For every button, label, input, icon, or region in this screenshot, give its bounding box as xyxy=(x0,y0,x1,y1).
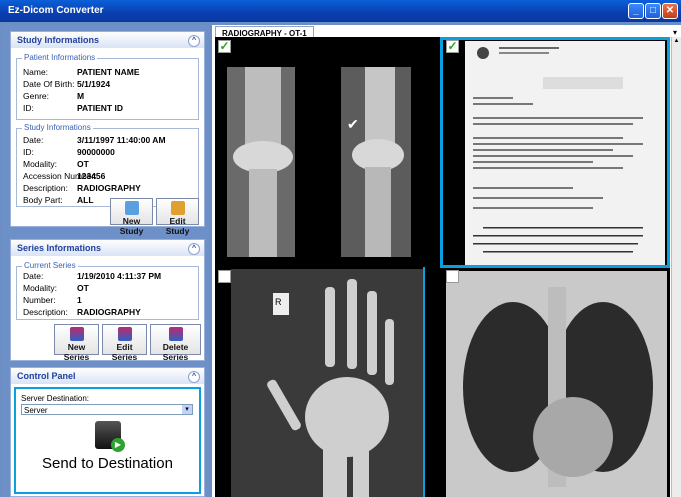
title-bar: Ez-Dicom Converter _ □ ✕ xyxy=(0,0,681,22)
scroll-up-icon[interactable]: ▲ xyxy=(672,37,681,46)
image-grid: ✔ ✓ ✓ R xyxy=(215,37,670,497)
patient-row: ID: PATIENT ID xyxy=(23,103,123,113)
selection-outline xyxy=(440,37,443,267)
chest-xray-cell[interactable] xyxy=(443,267,670,497)
patient-row: Genre: M xyxy=(23,91,85,101)
report-document-cell[interactable]: ✓ xyxy=(443,37,670,265)
knee-xray-checkbox[interactable]: ✓ xyxy=(218,40,231,53)
study-panel-header[interactable]: Study Informations ^ xyxy=(11,32,204,48)
send-server-icon[interactable]: ▶ xyxy=(95,421,125,452)
collapse-icon[interactable]: ^ xyxy=(188,35,200,47)
series-panel-header[interactable]: Series Informations ^ xyxy=(11,240,204,256)
send-to-destination-button[interactable]: Send to Destination xyxy=(16,455,199,472)
new-series-icon xyxy=(69,327,84,341)
chest-xray-image xyxy=(443,267,670,497)
maximize-button[interactable]: □ xyxy=(645,3,661,19)
study-row: Modality: OT xyxy=(23,159,89,169)
study-panel-title: Study Informations xyxy=(17,35,100,45)
series-row: Description: RADIOGRAPHY xyxy=(23,307,141,317)
study-group: Study Informations Date: 3/11/1997 11:40:… xyxy=(16,123,199,207)
selection-outline xyxy=(667,37,670,267)
knee-xray-cell[interactable]: ✔ ✓ xyxy=(215,37,441,265)
vertical-scrollbar[interactable]: ▲ xyxy=(671,37,681,497)
study-group-title: Study Informations xyxy=(22,123,93,132)
patient-name-value: PATIENT NAME xyxy=(77,67,140,77)
report-document-checkbox[interactable]: ✓ xyxy=(446,40,459,53)
edit-study-button[interactable]: Edit Study xyxy=(156,198,199,236)
study-row: Description: RADIOGRAPHY xyxy=(23,183,141,193)
close-button[interactable]: ✕ xyxy=(662,3,678,19)
report-document-image xyxy=(443,37,670,265)
series-row: Number: 1 xyxy=(23,295,82,305)
study-row: Accession Number: 123456 xyxy=(23,171,106,181)
window-title: Ez-Dicom Converter xyxy=(8,5,104,16)
grid-divider xyxy=(423,267,425,497)
series-panel-title: Series Informations xyxy=(17,243,102,253)
viewer-area: RADIOGRAPHY - OT-1 ▾ ✔ ✓ ✓ R ▲ xyxy=(212,25,681,497)
edit-document-icon xyxy=(170,201,185,215)
new-series-button[interactable]: New Series xyxy=(54,324,99,362)
patient-row: Name: PATIENT NAME xyxy=(23,67,140,77)
delete-series-button[interactable]: Delete Series xyxy=(150,324,201,362)
series-group-title: Current Series xyxy=(22,261,78,270)
patient-id-value: PATIENT ID xyxy=(77,103,123,113)
new-study-button[interactable]: New Study xyxy=(110,198,153,236)
server-destination-value: Server xyxy=(24,406,48,415)
collapse-icon[interactable]: ^ xyxy=(188,243,200,255)
knee-xray-image: ✔ xyxy=(215,37,441,265)
genre-value: M xyxy=(77,91,85,101)
tab-menu-icon[interactable]: ▾ xyxy=(673,28,677,37)
study-panel: Study Informations ^ Patient Information… xyxy=(10,31,205,236)
edit-series-button[interactable]: Edit Series xyxy=(102,324,147,362)
control-panel-header[interactable]: Control Panel ^ xyxy=(11,368,204,384)
control-panel: Control Panel ^ Server Destination: Serv… xyxy=(10,367,205,497)
study-row: Date: 3/11/1997 11:40:00 AM xyxy=(23,135,166,145)
control-panel-title: Control Panel xyxy=(17,371,76,381)
patient-group: Patient Informations Name: PATIENT NAME D… xyxy=(16,53,199,120)
collapse-icon[interactable]: ^ xyxy=(188,371,200,383)
play-icon: ▶ xyxy=(111,438,125,452)
control-highlight: Server Destination: Server ▾ ▶ Send to D… xyxy=(14,387,201,494)
series-row: Date: 1/19/2010 4:11:37 PM xyxy=(23,271,162,281)
hand-xray-image: R xyxy=(215,267,441,497)
patient-row: Date Of Birth: 5/1/1924 xyxy=(23,79,111,89)
study-row: ID: 90000000 xyxy=(23,147,115,157)
study-row: Body Part: ALL xyxy=(23,195,94,205)
delete-series-icon xyxy=(168,327,183,341)
hand-xray-checkbox[interactable] xyxy=(218,270,231,283)
current-series-group: Current Series Date: 1/19/2010 4:11:37 PM… xyxy=(16,261,199,320)
selection-outline xyxy=(440,37,670,40)
chest-xray-checkbox[interactable] xyxy=(446,270,459,283)
selection-outline xyxy=(440,265,670,268)
edit-series-icon xyxy=(117,327,132,341)
chevron-down-icon[interactable]: ▾ xyxy=(182,405,192,414)
minimize-button[interactable]: _ xyxy=(628,3,644,19)
patient-group-title: Patient Informations xyxy=(22,53,98,62)
svg-text:✔: ✔ xyxy=(347,116,359,132)
hand-xray-cell[interactable]: R xyxy=(215,267,441,497)
new-document-icon xyxy=(124,201,139,215)
server-destination-label: Server Destination: xyxy=(21,394,90,403)
series-panel: Series Informations ^ Current Series Dat… xyxy=(10,239,205,362)
dob-value: 5/1/1924 xyxy=(77,79,111,89)
svg-text:R: R xyxy=(275,297,282,307)
series-row: Modality: OT xyxy=(23,283,89,293)
server-destination-select[interactable]: Server ▾ xyxy=(21,404,193,415)
